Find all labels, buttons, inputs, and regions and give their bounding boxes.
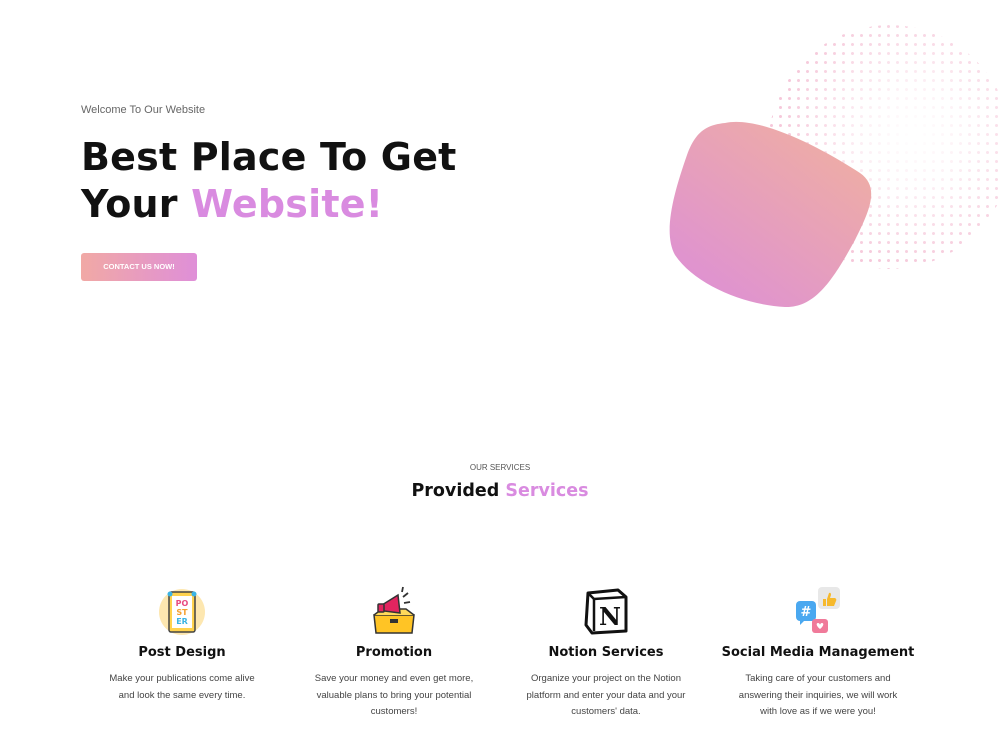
svg-text:N: N: [599, 602, 621, 631]
service-title: Promotion: [355, 645, 433, 660]
hero-title-line1: Best Place To Get: [81, 135, 457, 179]
hero-kicker: Welcome To Our Website: [81, 104, 206, 116]
service-card-post-design: PO ST ER Post Design Make your publicati…: [82, 585, 282, 704]
services-title: Provided Services: [0, 481, 1000, 501]
social-media-icon: #: [796, 587, 840, 633]
megaphone-box-icon: [373, 586, 415, 634]
svg-text:PO: PO: [176, 599, 189, 608]
service-title: Post Design: [138, 645, 226, 660]
services-kicker: OUR SERVICES: [469, 463, 531, 472]
contact-us-button[interactable]: CONTACT US NOW!: [81, 253, 197, 281]
svg-text:ER: ER: [176, 617, 188, 626]
service-title: Social Media Management: [721, 645, 915, 660]
hero-title-accent: Website!: [191, 182, 384, 226]
hero-title-line2-prefix: Your: [81, 182, 192, 226]
poster-icon: PO ST ER: [159, 589, 205, 635]
service-description: Save your money and even get more, valua…: [314, 673, 474, 717]
svg-text:#: #: [801, 605, 812, 620]
services-title-accent: Services: [505, 481, 589, 501]
svg-text:ST: ST: [176, 608, 188, 617]
service-description: Taking care of your customers and answer…: [738, 673, 898, 717]
notion-logo-icon: N: [584, 588, 628, 635]
service-card-social-media: # Social Media Management Taking care of…: [718, 585, 918, 721]
service-card-notion-services: N Notion Services Organize your project …: [506, 585, 706, 721]
hero-title: Best Place To Get Your Website!: [81, 134, 457, 228]
service-card-promotion: Promotion Save your money and even get m…: [294, 585, 494, 721]
services-title-prefix: Provided: [411, 481, 506, 501]
service-description: Organize your project on the Notion plat…: [526, 673, 686, 717]
service-title: Notion Services: [548, 645, 664, 660]
gradient-blob-decoration: [669, 121, 872, 308]
service-description: Make your publications come alive and lo…: [109, 673, 255, 701]
